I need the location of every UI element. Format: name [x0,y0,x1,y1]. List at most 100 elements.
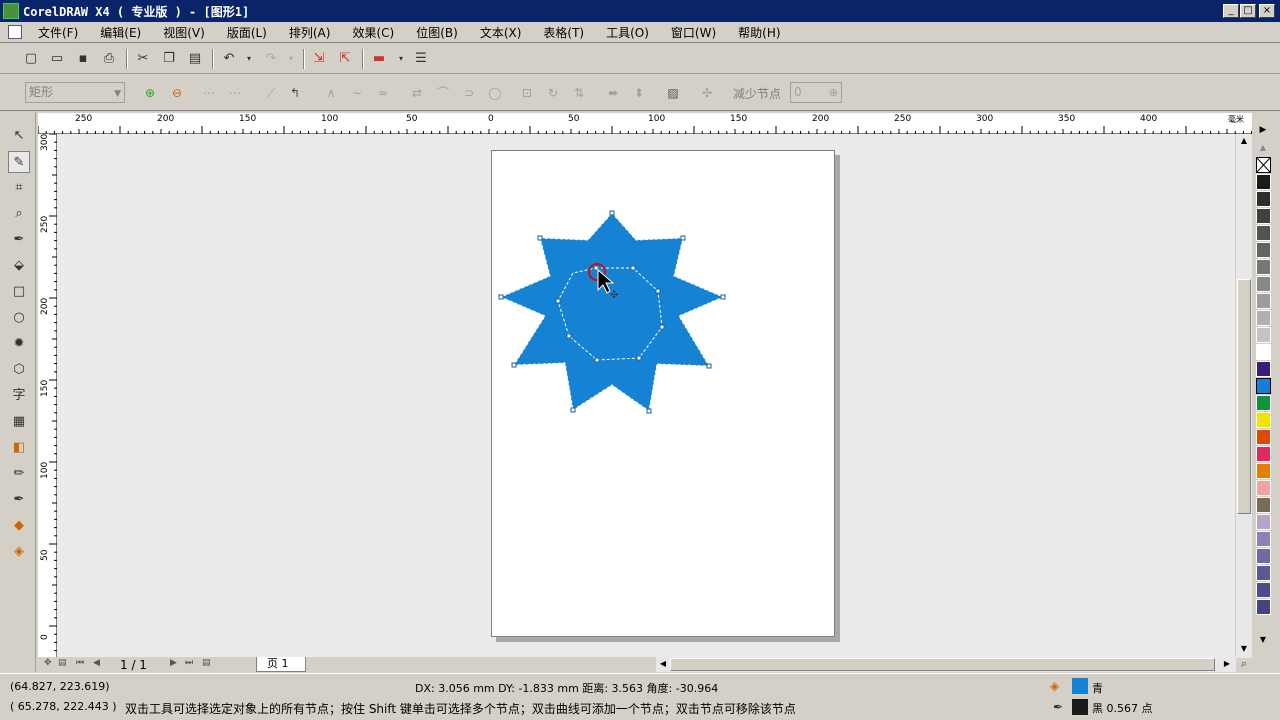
first-page-icon[interactable]: ⏮ [76,658,84,668]
smooth-node-icon[interactable]: ∼ [348,84,366,102]
fill-tool-icon[interactable]: ◆ [8,515,30,537]
minimize-button[interactable]: _ [1223,4,1239,18]
interactive-blend-tool-icon[interactable]: ◧ [8,437,30,459]
redo-dropdown-icon[interactable]: ▾ [282,50,300,68]
palette-swatch[interactable] [1256,191,1271,207]
palette-swatch[interactable] [1256,429,1271,445]
cusp-node-icon[interactable]: ∧ [322,84,340,102]
horizontal-scrollbar[interactable]: ◀ ▶ [656,657,1236,672]
add-node-icon[interactable]: ⊕ [141,84,159,102]
reverse-direction-icon[interactable]: ⇄ [408,84,426,102]
convert-to-curve-icon[interactable]: ↰ [286,84,304,102]
application-launcher-icon[interactable]: ▬ [370,50,388,68]
drawing-canvas[interactable]: ✣ [57,134,1235,658]
cut-icon[interactable]: ✂ [134,50,152,68]
menu-arrange[interactable]: 排列(A) [283,24,337,41]
shape-type-select[interactable]: 矩形 ▼ [25,82,125,103]
vertical-scrollbar[interactable]: ▲ ▼ [1236,134,1252,658]
menu-file[interactable]: 文件(F) [32,24,84,41]
palette-swatch[interactable] [1256,497,1271,513]
export-icon[interactable]: ⇱ [336,50,354,68]
star-polygon[interactable] [499,212,725,412]
insert-page-before-icon[interactable]: ▤ [58,658,67,668]
convert-to-line-icon[interactable]: ⟋ [262,84,280,102]
prev-page-icon[interactable]: ◀ [93,658,100,668]
menu-bitmaps[interactable]: 位图(B) [410,24,464,41]
scroll-down-icon[interactable]: ▼ [1237,642,1251,656]
extract-subpath-icon[interactable]: ⊃ [460,84,478,102]
palette-swatch[interactable] [1256,480,1271,496]
palette-swatch[interactable] [1256,259,1271,275]
last-page-icon[interactable]: ⏭ [185,658,193,668]
palette-scroll-up-icon[interactable]: ▲ [1256,141,1270,155]
outline-tool-icon[interactable]: ✒ [8,489,30,511]
elastic-mode-icon[interactable]: ▨ [664,84,682,102]
reflect-h-icon[interactable]: ⬌ [604,84,622,102]
vertical-ruler[interactable]: 300 250 200 150 100 50 0 [38,134,57,658]
polygon-tool-icon[interactable]: ✹ [8,333,30,355]
no-fill-swatch[interactable] [1256,157,1271,173]
next-page-icon[interactable]: ▶ [170,658,177,668]
palette-swatch[interactable] [1256,225,1271,241]
insert-page-after-icon[interactable]: ▤ [202,658,211,668]
palette-swatch[interactable] [1256,208,1271,224]
basic-shapes-tool-icon[interactable]: ⬡ [8,359,30,381]
pick-tool-icon[interactable]: ↖ [8,125,30,147]
palette-swatch[interactable] [1256,310,1271,326]
palette-scroll-down-icon[interactable]: ▼ [1256,633,1270,647]
outline-color-swatch[interactable] [1072,699,1088,715]
print-icon[interactable]: ⎙ [100,50,118,68]
zoom-corner-icon[interactable]: ✥ [44,658,52,668]
palette-menu-icon[interactable]: ▶ [1256,123,1270,137]
open-folder-icon[interactable]: ▭ [48,50,66,68]
auto-close-icon[interactable]: ◯ [486,84,504,102]
palette-swatch[interactable] [1256,174,1271,190]
menu-layout[interactable]: 版面(L) [221,24,273,41]
crop-tool-icon[interactable]: ⌗ [8,177,30,199]
scroll-left-icon[interactable]: ◀ [656,657,670,671]
palette-swatch[interactable] [1256,276,1271,292]
smart-fill-tool-icon[interactable]: ⬙ [8,255,30,277]
palette-swatch[interactable] [1256,412,1271,428]
horizontal-ruler[interactable]: 250 200 150 100 50 0 50 100 150 200 250 … [38,113,1252,134]
redo-icon[interactable]: ↷ [262,50,280,68]
palette-swatch[interactable] [1256,548,1271,564]
palette-swatch[interactable] [1256,242,1271,258]
extend-curve-icon[interactable]: ⌒ [434,84,452,102]
scroll-right-icon[interactable]: ▶ [1220,657,1234,671]
break-curve-icon[interactable]: ⋯ [226,84,244,102]
interactive-fill-tool-icon[interactable]: ◈ [8,541,30,563]
text-tool-icon[interactable]: 字 [8,385,30,407]
freehand-tool-icon[interactable]: ✒ [8,229,30,251]
scroll-up-icon[interactable]: ▲ [1237,134,1251,148]
save-icon[interactable]: ▪ [74,50,92,68]
join-nodes-icon[interactable]: ⋯ [200,84,218,102]
options-icon[interactable]: ☰ [412,50,430,68]
vertical-scroll-thumb[interactable] [1237,279,1251,514]
palette-swatch[interactable] [1256,395,1271,411]
spinner-icon[interactable]: ⊕ [829,83,838,102]
delete-node-icon[interactable]: ⊖ [168,84,186,102]
paste-icon[interactable]: ▤ [186,50,204,68]
menu-window[interactable]: 窗口(W) [665,24,722,41]
palette-swatch[interactable] [1256,361,1271,377]
palette-swatch[interactable] [1256,344,1271,360]
palette-swatch[interactable] [1256,463,1271,479]
launcher-dropdown-icon[interactable]: ▾ [392,50,410,68]
table-tool-icon[interactable]: ▦ [8,411,30,433]
palette-swatch[interactable] [1256,599,1271,615]
page-tab[interactable]: 页 1 [256,657,306,672]
palette-swatch[interactable] [1256,565,1271,581]
undo-icon[interactable]: ↶ [220,50,238,68]
eyedropper-tool-icon[interactable]: ✏ [8,463,30,485]
close-button[interactable]: × [1259,4,1275,18]
palette-swatch[interactable] [1256,293,1271,309]
undo-dropdown-icon[interactable]: ▾ [240,50,258,68]
coreldraw-app-icon[interactable] [3,3,19,19]
rotate-node-icon[interactable]: ↻ [544,84,562,102]
palette-swatch[interactable] [1256,531,1271,547]
palette-swatch[interactable] [1256,378,1271,394]
maximize-button[interactable]: □ [1240,4,1256,18]
select-all-nodes-icon[interactable]: ✣ [698,84,716,102]
stretch-node-icon[interactable]: ⊡ [518,84,536,102]
